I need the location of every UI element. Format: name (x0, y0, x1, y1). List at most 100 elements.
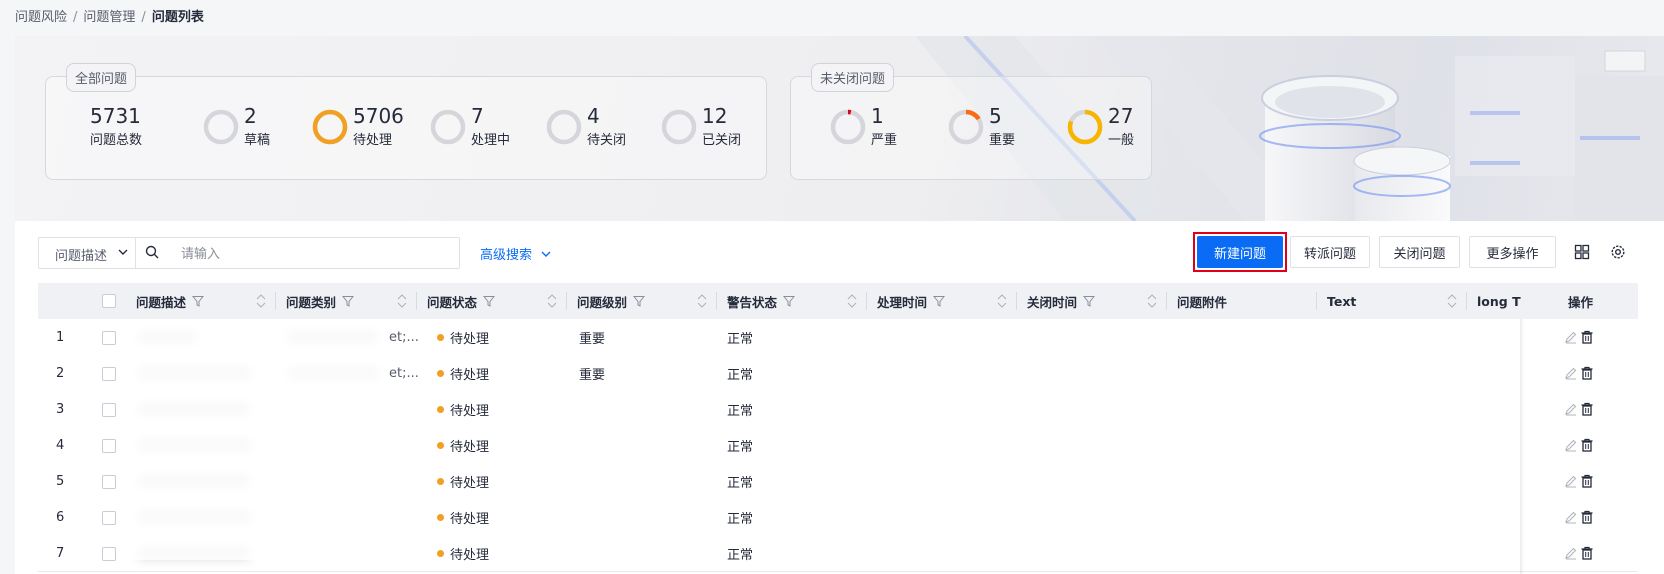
search-icon[interactable] (145, 245, 159, 259)
row-checkbox[interactable] (102, 439, 116, 453)
sort-icon[interactable] (547, 293, 557, 309)
delete-icon[interactable] (1580, 366, 1594, 380)
status-cell: 待处理 (437, 391, 489, 427)
sort-icon[interactable] (256, 293, 266, 309)
row-checkbox[interactable] (102, 331, 116, 345)
stat-draft[interactable]: 2 草稿 (202, 105, 270, 148)
sort-icon[interactable] (1447, 293, 1457, 309)
alert-cell: 正常 (727, 511, 754, 527)
status-text: 待处理 (450, 475, 490, 491)
column-header-status[interactable]: 问题状态 (417, 283, 567, 319)
row-checkbox[interactable] (102, 475, 116, 489)
filter-icon[interactable] (192, 295, 205, 307)
status-cell: 待处理 (437, 319, 489, 355)
row-checkbox[interactable] (102, 547, 116, 561)
column-header-desc[interactable]: 问题描述 (126, 283, 276, 319)
edit-icon[interactable] (1564, 546, 1578, 560)
row-index: 4 (56, 437, 65, 453)
stat-pending[interactable]: 5706 待处理 (311, 105, 404, 148)
column-header-level[interactable]: 问题级别 (567, 283, 717, 319)
filter-icon[interactable] (783, 295, 796, 307)
delete-icon[interactable] (1580, 330, 1594, 344)
delete-icon[interactable] (1580, 402, 1594, 416)
sort-icon[interactable] (997, 293, 1007, 309)
column-header-attachment[interactable]: 问题附件 (1167, 283, 1317, 319)
stat-processing[interactable]: 7 处理中 (429, 105, 510, 148)
row-checkbox[interactable] (102, 367, 116, 381)
new-issue-button[interactable]: 新建问题 (1197, 236, 1283, 268)
column-label: 警告状态 (727, 294, 778, 310)
stat-major[interactable]: 5 重要 (947, 105, 1015, 148)
stat-label: 处理中 (471, 133, 511, 148)
stat-normal[interactable]: 27 一般 (1066, 105, 1134, 148)
sort-icon[interactable] (397, 293, 407, 309)
edit-icon[interactable] (1564, 438, 1578, 452)
stat-value: 27 (1108, 104, 1134, 128)
open-issues-tag: 未关闭问题 (811, 63, 895, 92)
stat-critical[interactable]: 1 严重 (829, 105, 897, 148)
open-issues-card: 未关闭问题 1 严重 5 重要 27 一般 (790, 63, 1152, 180)
filter-icon[interactable] (633, 295, 646, 307)
stat-label: 严重 (871, 133, 898, 148)
search-box: 问题描述 (38, 237, 460, 269)
chevron-down-icon (118, 249, 128, 255)
status-dot (437, 333, 444, 341)
sort-icon[interactable] (1147, 293, 1157, 309)
delete-icon[interactable] (1580, 510, 1594, 524)
search-field-label: 问题描述 (55, 249, 108, 264)
filter-icon[interactable] (1083, 295, 1096, 307)
close-issue-button[interactable]: 关闭问题 (1379, 236, 1460, 268)
column-header-handle-time[interactable]: 处理时间 (867, 283, 1017, 319)
column-label: 关闭时间 (1027, 294, 1078, 310)
breadcrumb-item-risk[interactable]: 问题风险 (15, 10, 67, 25)
delete-icon[interactable] (1580, 474, 1594, 488)
stat-closed[interactable]: 12 已关闭 (660, 105, 741, 148)
column-label: 问题类别 (286, 294, 337, 310)
chevron-down-icon (541, 251, 551, 257)
row-index: 6 (56, 509, 65, 525)
row-checkbox[interactable] (102, 511, 116, 525)
column-label: 问题描述 (136, 294, 187, 310)
select-all-checkbox[interactable] (102, 294, 116, 308)
more-actions-button[interactable]: 更多操作 (1469, 236, 1556, 268)
stat-value: 5731 (90, 104, 141, 128)
row-checkbox[interactable] (102, 403, 116, 417)
status-text: 待处理 (450, 439, 490, 455)
column-label: 处理时间 (877, 294, 928, 310)
filter-icon[interactable] (342, 295, 355, 307)
filter-icon[interactable] (933, 295, 946, 307)
edit-icon[interactable] (1564, 402, 1578, 416)
edit-icon[interactable] (1564, 510, 1578, 524)
column-header-long[interactable]: long T (1467, 283, 1558, 319)
search-input[interactable] (179, 242, 453, 266)
level-cell: 重要 (579, 331, 606, 347)
search-field-select[interactable]: 问题描述 (39, 238, 136, 268)
ops-cell (1558, 319, 1638, 355)
status-text: 待处理 (450, 367, 490, 383)
delete-icon[interactable] (1580, 546, 1594, 560)
stat-label: 问题总数 (90, 133, 143, 148)
edit-icon[interactable] (1564, 474, 1578, 488)
edit-icon[interactable] (1564, 366, 1578, 380)
status-cell: 待处理 (437, 427, 489, 463)
gear-icon[interactable] (1610, 244, 1626, 260)
layout-grid-icon[interactable] (1574, 244, 1590, 260)
stat-total[interactable]: 5731 问题总数 (90, 105, 142, 148)
column-header-alert[interactable]: 警告状态 (717, 283, 867, 319)
filter-icon[interactable] (483, 295, 496, 307)
column-header-text[interactable]: Text (1317, 283, 1467, 319)
row-index: 1 (56, 329, 65, 345)
breadcrumb-item-management[interactable]: 问题管理 (83, 10, 135, 25)
status-dot (437, 513, 444, 521)
column-header-close-time[interactable]: 关闭时间 (1017, 283, 1167, 319)
sort-icon[interactable] (697, 293, 707, 309)
advanced-search-link[interactable]: 高级搜索 (480, 244, 552, 263)
column-label: 操作 (1568, 294, 1594, 310)
sort-icon[interactable] (847, 293, 857, 309)
edit-icon[interactable] (1564, 330, 1578, 344)
column-header-category[interactable]: 问题类别 (276, 283, 417, 319)
transfer-issue-button[interactable]: 转派问题 (1290, 236, 1370, 268)
delete-icon[interactable] (1580, 438, 1594, 452)
stat-to-close[interactable]: 4 待关闭 (545, 105, 626, 148)
stat-label: 重要 (989, 133, 1016, 148)
